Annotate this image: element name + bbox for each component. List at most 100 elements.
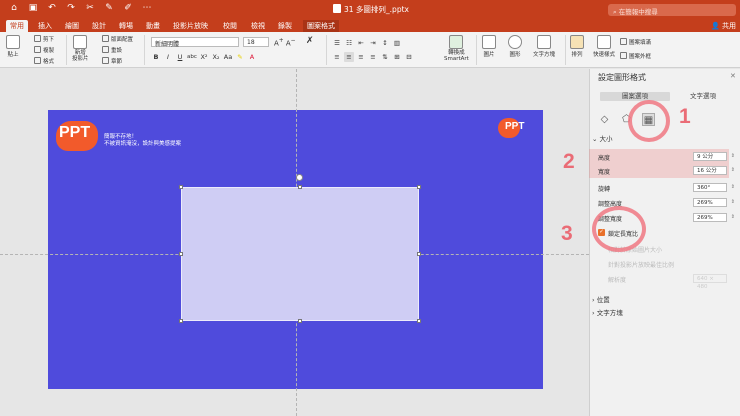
align-text-icon[interactable]: ⊞ bbox=[392, 52, 402, 62]
superscript-button[interactable]: X² bbox=[199, 52, 209, 62]
align-left-icon[interactable]: ≡ bbox=[332, 52, 342, 62]
quick-styles-button[interactable]: 快速樣式 bbox=[593, 35, 615, 58]
scale-width-field[interactable]: 269% ⇕ bbox=[693, 213, 735, 222]
font-size-field[interactable]: 18 bbox=[243, 37, 269, 47]
paste-button[interactable]: 貼上 bbox=[6, 35, 20, 58]
fill-line-icon[interactable]: ◇ bbox=[598, 113, 611, 126]
tab-insert[interactable]: 插入 bbox=[34, 20, 56, 32]
pen-icon bbox=[620, 52, 627, 59]
height-field[interactable]: 9 公分 ⇕ bbox=[693, 152, 735, 161]
underline-button[interactable]: U bbox=[175, 52, 185, 62]
search-input[interactable]: ⌕ 在簡報中搜尋 bbox=[608, 4, 736, 16]
text-direction-icon[interactable]: ⇅ bbox=[380, 52, 390, 62]
new-slide-button[interactable]: 新增 投影片 bbox=[72, 35, 89, 62]
format-painter-icon[interactable]: ✐ bbox=[122, 3, 134, 13]
slide-tagline: 簡報不存地！ 不被資訊淹沒，設計與美感提案 bbox=[104, 134, 182, 147]
font-color-icon[interactable]: A bbox=[247, 52, 257, 62]
stepper-icon[interactable]: ⇕ bbox=[731, 213, 735, 221]
layout-button[interactable]: 版面配置 bbox=[102, 35, 133, 43]
tab-record[interactable]: 錄製 bbox=[274, 20, 296, 32]
stepper-icon[interactable]: ⇕ bbox=[731, 198, 735, 206]
tab-animations[interactable]: 動畫 bbox=[142, 20, 164, 32]
stepper-icon[interactable]: ⇕ bbox=[731, 183, 735, 191]
section-button[interactable]: 章節 bbox=[102, 57, 122, 65]
close-icon[interactable]: ✕ bbox=[730, 72, 736, 80]
copy-button[interactable]: 複製 bbox=[34, 46, 54, 54]
resize-handle-t[interactable] bbox=[298, 185, 302, 189]
increase-indent-icon[interactable]: ⇥ bbox=[368, 38, 378, 48]
resize-handle-r[interactable] bbox=[417, 252, 421, 256]
stepper-icon[interactable]: ⇕ bbox=[731, 152, 735, 160]
justify-icon[interactable]: ≡ bbox=[368, 52, 378, 62]
case-button[interactable]: Aa bbox=[223, 52, 233, 62]
strike-button[interactable]: abc bbox=[187, 52, 197, 62]
format-painter-button[interactable]: 格式 bbox=[34, 57, 54, 65]
shapes-button[interactable]: 圖形 bbox=[508, 35, 522, 58]
tab-home[interactable]: 常用 bbox=[6, 20, 28, 32]
cut-icon[interactable]: ✂ bbox=[84, 3, 96, 13]
clear-format-icon[interactable]: ✗ bbox=[306, 36, 314, 46]
brush-icon[interactable]: ✎ bbox=[103, 3, 115, 13]
stepper-icon[interactable]: ⇕ bbox=[731, 166, 735, 174]
section-size-header[interactable]: ⌄ 大小 bbox=[592, 133, 613, 143]
tab-design[interactable]: 設計 bbox=[88, 20, 110, 32]
line-spacing-icon[interactable]: ↕ bbox=[380, 38, 390, 48]
section-position-header[interactable]: › 位置 bbox=[592, 294, 610, 304]
picture-button[interactable]: 圖片 bbox=[482, 35, 496, 58]
tab-view[interactable]: 檢視 bbox=[247, 20, 269, 32]
resize-handle-tr[interactable] bbox=[417, 185, 421, 189]
more-icon[interactable]: ⋯ bbox=[141, 3, 153, 13]
align-right-icon[interactable]: ≡ bbox=[356, 52, 366, 62]
paragraph-row-2: ≡ ≡ ≡ ≡ ⇅ ⊞ ⊟ bbox=[332, 52, 414, 62]
resize-handle-br[interactable] bbox=[417, 319, 421, 323]
tab-shape-options[interactable]: 圖案選項 bbox=[600, 92, 670, 101]
resize-handle-tl[interactable] bbox=[179, 185, 183, 189]
shape-fill-button[interactable]: 圖案填滿 bbox=[620, 38, 651, 46]
resize-handle-l[interactable] bbox=[179, 252, 183, 256]
reset-button[interactable]: 重設 bbox=[102, 46, 122, 54]
best-scale-label: 針對投影片放映最佳比例 bbox=[608, 262, 675, 269]
quick-styles-icon bbox=[597, 35, 611, 49]
tab-draw[interactable]: 繪圖 bbox=[61, 20, 83, 32]
home-icon[interactable]: ⌂ bbox=[8, 3, 20, 13]
textbox-button[interactable]: 文字方塊 bbox=[533, 35, 555, 58]
cut-button[interactable]: 剪下 bbox=[34, 35, 54, 43]
section-textbox-header[interactable]: › 文字方塊 bbox=[592, 307, 623, 317]
powerpoint-icon bbox=[333, 4, 341, 13]
bold-button[interactable]: B bbox=[151, 52, 161, 62]
tab-text-options[interactable]: 文字選項 bbox=[668, 92, 738, 101]
scale-height-field[interactable]: 269% ⇕ bbox=[693, 198, 735, 207]
subscript-button[interactable]: X₂ bbox=[211, 52, 221, 62]
width-field[interactable]: 16 公分 ⇕ bbox=[693, 166, 735, 175]
columns-icon[interactable]: ▥ bbox=[392, 38, 402, 48]
tab-slideshow[interactable]: 投影片放映 bbox=[169, 20, 212, 32]
tab-shape-format[interactable]: 圖案格式 bbox=[303, 20, 339, 32]
rotation-field[interactable]: 360° ⇕ bbox=[693, 183, 735, 192]
redo-icon[interactable]: ↷ bbox=[65, 3, 77, 13]
selected-rectangle[interactable] bbox=[181, 187, 419, 321]
align-center-icon[interactable]: ≡ bbox=[344, 52, 354, 62]
rotate-handle[interactable] bbox=[296, 174, 303, 181]
arrange-button[interactable]: 排列 bbox=[570, 35, 584, 58]
font-name-field[interactable]: 新細明體 bbox=[151, 37, 239, 48]
undo-icon[interactable]: ↶ bbox=[46, 3, 58, 13]
save-icon[interactable]: ▣ bbox=[27, 3, 39, 13]
shape-outline-button[interactable]: 圖案外框 bbox=[620, 52, 651, 60]
ribbon-tabs: 常用 插入 繪圖 設計 轉場 動畫 投影片放映 校閱 檢視 錄製 圖案格式 👤 … bbox=[0, 20, 740, 32]
bullets-icon[interactable]: ☰ bbox=[332, 38, 342, 48]
tab-review[interactable]: 校閱 bbox=[219, 20, 241, 32]
distribute-icon[interactable]: ⊟ bbox=[404, 52, 414, 62]
grow-font-button[interactable]: A+ A− bbox=[274, 38, 296, 47]
italic-button[interactable]: I bbox=[163, 52, 173, 62]
highlight-icon[interactable]: ✎ bbox=[235, 52, 245, 62]
scissors-icon bbox=[34, 35, 41, 42]
resize-handle-bl[interactable] bbox=[179, 319, 183, 323]
resize-handle-b[interactable] bbox=[298, 319, 302, 323]
convert-smartart-button[interactable]: 轉換成 SmartArt bbox=[444, 35, 469, 62]
numbering-icon[interactable]: ☷ bbox=[344, 38, 354, 48]
document-title: 31 多圖排列_.pptx bbox=[333, 4, 409, 15]
pane-title: 設定圖形格式 bbox=[598, 73, 646, 82]
decrease-indent-icon[interactable]: ⇤ bbox=[356, 38, 366, 48]
share-button[interactable]: 👤 共用 bbox=[711, 20, 736, 32]
tab-transitions[interactable]: 轉場 bbox=[115, 20, 137, 32]
